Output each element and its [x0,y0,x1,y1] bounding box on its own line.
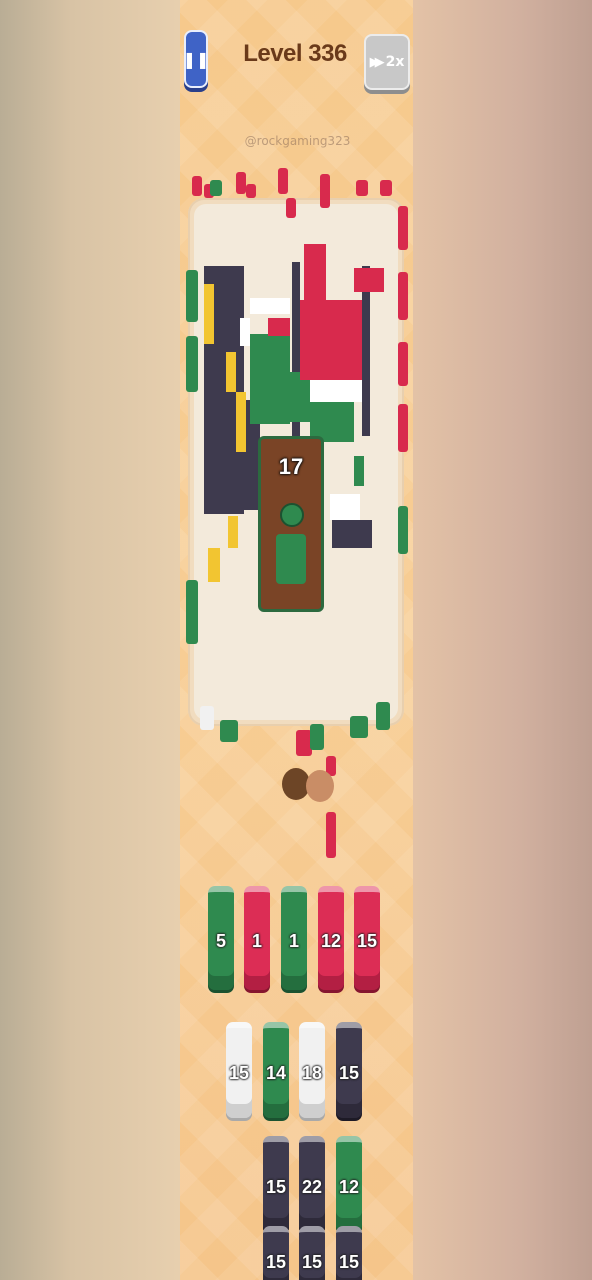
queue-chip[interactable]: 15 [263,1226,289,1280]
queue-chip[interactable]: 22 [299,1136,325,1232]
slot-chip[interactable]: 1 [244,886,270,990]
queue-chip[interactable]: 15 [263,1136,289,1232]
launcher-right [306,770,334,802]
cannon-base [276,534,306,584]
queue-chip[interactable]: 15 [336,1226,362,1280]
queue-chip[interactable]: 12 [336,1136,362,1232]
queue-chip[interactable]: 15 [226,1022,252,1118]
queue-chip[interactable]: 15 [336,1022,362,1118]
game-screen: ❚❚ Level 336 ▶▶ 2x @rockgaming323 17 5 1… [180,0,413,1280]
queue-chip[interactable]: 18 [299,1022,325,1118]
slot-chip[interactable]: 1 [281,886,307,990]
launcher-left [282,768,310,800]
slot-chip[interactable]: 15 [354,886,380,990]
queue-chip[interactable]: 15 [299,1226,325,1280]
board-art-overlay [276,503,334,802]
slot-chip[interactable]: 12 [318,886,344,990]
slot-chip[interactable]: 5 [208,886,234,990]
queue-chip[interactable]: 14 [263,1022,289,1118]
cannon-ball-icon [280,503,304,527]
